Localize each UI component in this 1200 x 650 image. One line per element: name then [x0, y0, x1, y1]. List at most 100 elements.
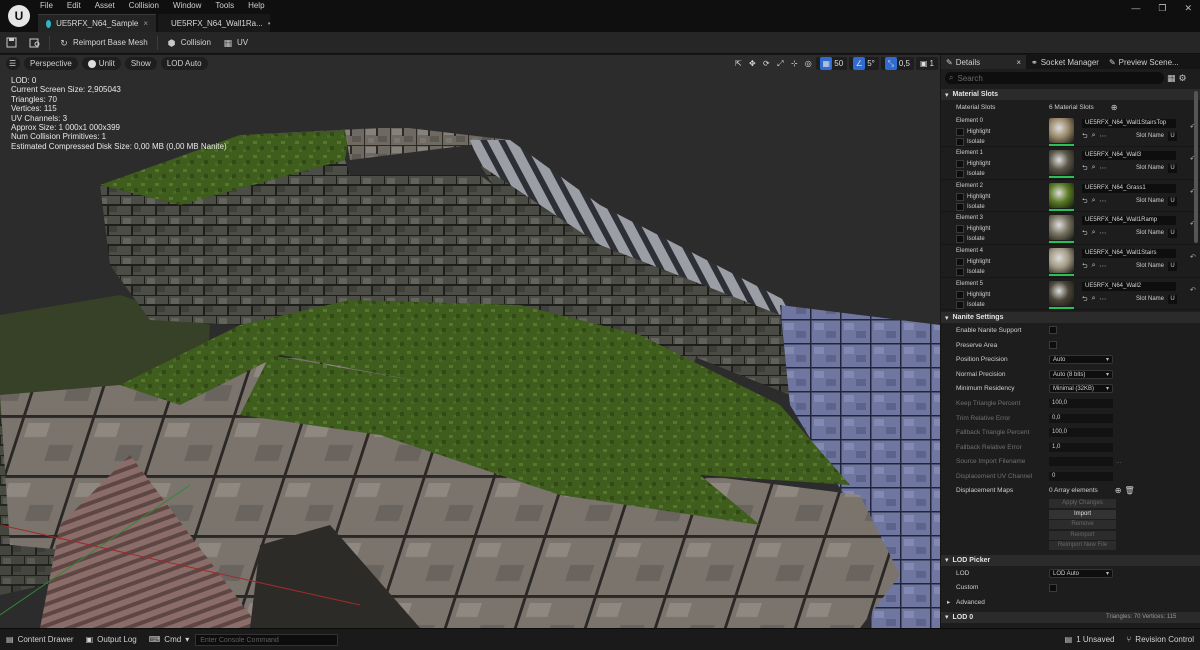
- mesh-viewport[interactable]: ☰ Perspective Unlit Show LOD Auto ⇱ ✥ ⟳ …: [0, 55, 940, 628]
- material-name-field[interactable]: UE5RFX_N64_Grass1: [1082, 183, 1176, 193]
- content-drawer-button[interactable]: ▤ Content Drawer: [0, 629, 80, 650]
- trash-icon[interactable]: 🗑: [1124, 486, 1134, 495]
- browse-icon[interactable]: ⌕: [1092, 229, 1096, 240]
- material-thumbnail[interactable]: [1049, 182, 1074, 208]
- highlight-checkbox[interactable]: [956, 192, 964, 201]
- translate-icon[interactable]: ✥: [746, 57, 758, 70]
- show-button[interactable]: Show: [124, 57, 157, 70]
- minimum-residency-dropdown[interactable]: Minimal (32KB) ▾: [1049, 384, 1113, 394]
- world-local-icon[interactable]: ◎: [802, 57, 814, 70]
- import-button[interactable]: Import: [1049, 509, 1116, 519]
- options-icon[interactable]: ⋯: [1100, 295, 1107, 306]
- trim-error-field[interactable]: 0,0: [1049, 413, 1113, 423]
- tab-close-icon[interactable]: ×: [143, 19, 148, 28]
- cmd-dropdown[interactable]: ⌨ Cmd ▾: [143, 629, 195, 650]
- material-name-field[interactable]: UE5RFX_N64_Wall2: [1082, 281, 1176, 291]
- reimport-button[interactable]: Reimport: [1049, 530, 1116, 540]
- use-selected-icon[interactable]: ⮌: [1082, 262, 1088, 273]
- output-log-button[interactable]: ▣ Output Log: [80, 629, 143, 650]
- lod-dropdown[interactable]: LOD Auto ▾: [1049, 568, 1113, 578]
- view-mode-button[interactable]: Unlit: [81, 57, 121, 70]
- section-lod-picker[interactable]: ▾ LOD Picker: [941, 554, 1200, 566]
- isolate-checkbox[interactable]: [956, 235, 964, 244]
- keep-triangle-field[interactable]: 100,0: [1049, 398, 1113, 408]
- section-lod-0[interactable]: ▾ LOD 0 Triangles: 70 Vertices: 115: [941, 611, 1200, 623]
- perspective-button[interactable]: Perspective: [24, 57, 78, 70]
- material-name-field[interactable]: UE5RFX_N64_Wall1Ramp: [1082, 216, 1176, 226]
- use-selected-icon[interactable]: ⮌: [1082, 197, 1088, 208]
- position-precision-dropdown[interactable]: Auto ▾: [1049, 355, 1113, 365]
- search-input[interactable]: ⌕ Search: [945, 72, 1164, 84]
- material-name-field[interactable]: UE5RFX_N64_Wall3: [1082, 151, 1176, 161]
- use-selected-icon[interactable]: ⮌: [1082, 132, 1088, 143]
- reimport-base-mesh-button[interactable]: ↻ Reimport Base Mesh: [53, 33, 154, 53]
- menu-file[interactable]: File: [40, 1, 53, 10]
- tab-static-mesh[interactable]: UE5RFX_N64_Wall1Ra... •: [158, 14, 271, 32]
- restore-icon[interactable]: ❐: [1158, 3, 1166, 14]
- material-thumbnail[interactable]: [1049, 150, 1074, 176]
- slot-name-field[interactable]: U: [1168, 229, 1177, 239]
- highlight-checkbox[interactable]: [956, 127, 964, 136]
- source-import-field[interactable]: [1049, 457, 1113, 467]
- tab-close-icon[interactable]: ×: [1016, 58, 1021, 67]
- isolate-checkbox[interactable]: [956, 202, 964, 211]
- slot-name-field[interactable]: U: [1168, 196, 1177, 206]
- isolate-checkbox[interactable]: [956, 137, 964, 146]
- details-scrollbar[interactable]: [1194, 91, 1198, 243]
- material-thumbnail[interactable]: [1049, 247, 1074, 273]
- custom-checkbox[interactable]: [1049, 583, 1057, 592]
- isolate-checkbox[interactable]: [956, 300, 964, 309]
- tab-details[interactable]: ✎ Details ×: [941, 55, 1026, 69]
- highlight-checkbox[interactable]: [956, 257, 964, 266]
- section-nanite-settings[interactable]: ▾ Nanite Settings: [941, 312, 1200, 324]
- enable-nanite-checkbox[interactable]: [1049, 326, 1057, 335]
- use-selected-icon[interactable]: ⮌: [1082, 164, 1088, 175]
- use-selected-icon[interactable]: ⮌: [1082, 229, 1088, 240]
- menu-tools[interactable]: Tools: [215, 1, 234, 10]
- browse-icon[interactable]: ⌕: [1092, 262, 1096, 273]
- grid-snap-toggle[interactable]: ▦ 50: [816, 57, 848, 70]
- revision-control-button[interactable]: ⑂ Revision Control: [1120, 629, 1200, 650]
- browse-icon[interactable]: ⌕: [1092, 197, 1096, 208]
- save-button[interactable]: [0, 33, 23, 53]
- browse-button[interactable]: [23, 33, 46, 53]
- unsaved-dot-icon[interactable]: •: [268, 19, 271, 28]
- select-icon[interactable]: ⇱: [732, 57, 744, 70]
- isolate-checkbox[interactable]: [956, 170, 964, 179]
- options-icon[interactable]: ⋯: [1100, 197, 1107, 208]
- advanced-row[interactable]: ▸ Advanced: [941, 595, 1200, 610]
- displacement-uv-field[interactable]: 0: [1049, 471, 1113, 481]
- rotation-snap-toggle[interactable]: ∠ 5°: [849, 57, 879, 70]
- lod-button[interactable]: LOD Auto: [160, 57, 208, 70]
- options-icon[interactable]: ⋯: [1100, 164, 1107, 175]
- reset-arrow-icon[interactable]: ↶: [1190, 253, 1196, 261]
- highlight-checkbox[interactable]: [956, 290, 964, 299]
- menu-edit[interactable]: Edit: [67, 1, 81, 10]
- console-input[interactable]: Enter Console Command: [195, 633, 339, 646]
- reset-arrow-icon[interactable]: ↶: [1190, 286, 1196, 294]
- slot-name-field[interactable]: U: [1168, 261, 1177, 271]
- scale-snap-toggle[interactable]: ⤡ 0,5: [880, 57, 914, 70]
- menu-window[interactable]: Window: [173, 1, 201, 10]
- unsaved-button[interactable]: ▤ 1 Unsaved: [1059, 629, 1121, 650]
- slot-name-field[interactable]: U: [1168, 294, 1177, 304]
- gear-icon[interactable]: ⚙: [1179, 73, 1187, 84]
- scale-icon[interactable]: ⤢: [774, 57, 786, 70]
- surface-snap-icon[interactable]: ⊹: [788, 57, 800, 70]
- browse-icon[interactable]: ⌕: [1092, 295, 1096, 306]
- add-slot-icon[interactable]: ⊕: [1111, 103, 1118, 112]
- table-view-icon[interactable]: ▦: [1167, 73, 1176, 84]
- rotate-icon[interactable]: ⟳: [760, 57, 772, 70]
- browse-dots-button[interactable]: ...: [1116, 458, 1121, 465]
- apply-changes-button[interactable]: Apply Changes: [1049, 499, 1116, 509]
- isolate-checkbox[interactable]: [956, 267, 964, 276]
- highlight-checkbox[interactable]: [956, 225, 964, 234]
- minimize-icon[interactable]: —: [1131, 3, 1140, 14]
- menu-collision[interactable]: Collision: [129, 1, 159, 10]
- slot-name-field[interactable]: U: [1168, 131, 1177, 141]
- use-selected-icon[interactable]: ⮌: [1082, 295, 1088, 306]
- options-icon[interactable]: ⋯: [1100, 262, 1107, 273]
- camera-speed-button[interactable]: ▣ 1: [915, 57, 938, 70]
- collision-menu-button[interactable]: ⬢ Collision: [161, 33, 217, 53]
- tab-sample-level[interactable]: UE5RFX_N64_Sample ×: [38, 14, 156, 32]
